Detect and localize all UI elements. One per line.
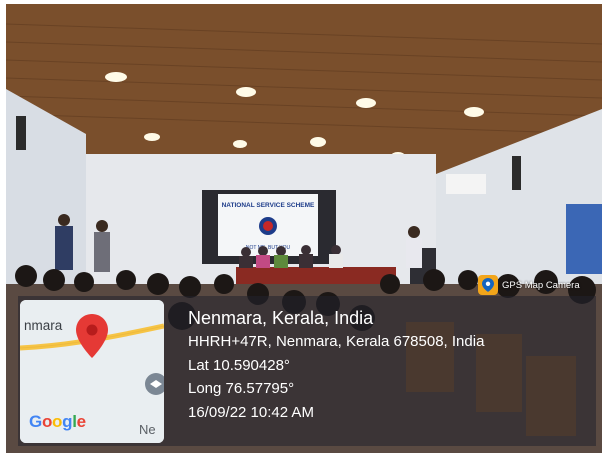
gps-map-camera-badge: GPS Map Camera [478, 274, 580, 296]
latitude: Lat 10.590428° [188, 356, 290, 374]
mini-map[interactable]: nmara Ne Google [20, 300, 164, 443]
map-pin-icon [478, 275, 498, 295]
map-town-label: nmara [24, 318, 63, 333]
speaker-shirt [406, 238, 422, 268]
place-name: Nenmara, Kerala, India [188, 308, 374, 328]
banner-title: NATIONAL SERVICE SCHEME [222, 202, 315, 209]
google-logo: Google [29, 412, 86, 431]
datetime: 16/09/22 10:42 AM [188, 403, 314, 421]
window [566, 204, 602, 274]
address: HHRH+47R, Nenmara, Kerala 678508, India [188, 333, 485, 350]
map-second-label: Ne [139, 422, 156, 437]
location-info: Nenmara, Kerala, India HHRH+47R, Nenmara… [188, 306, 484, 424]
nss-emblem-center [263, 221, 273, 231]
speaker-left [16, 116, 26, 150]
gps-map-camera-label: GPS Map Camera [502, 279, 580, 291]
speaker-person [408, 226, 420, 238]
speaker-right [512, 156, 521, 190]
longitude: Long 76.57795° [188, 380, 295, 397]
air-conditioner [446, 174, 486, 194]
